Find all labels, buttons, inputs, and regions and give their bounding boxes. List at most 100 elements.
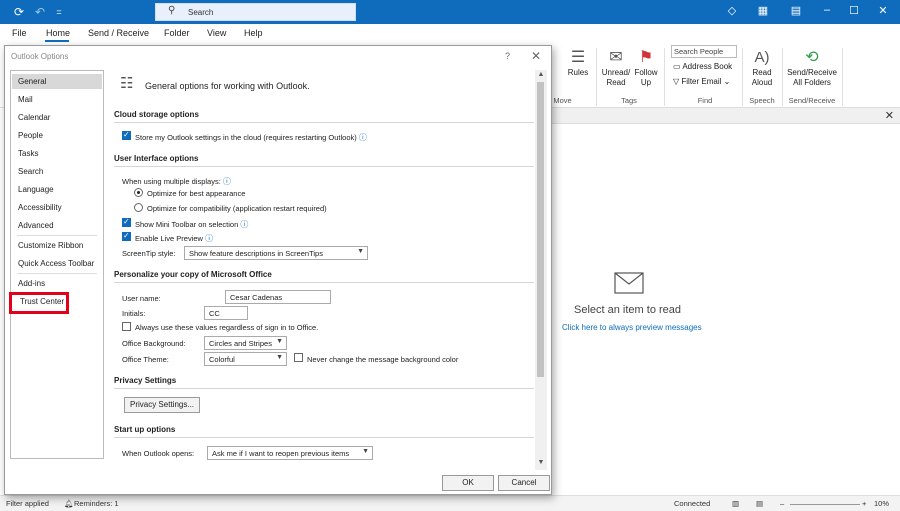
screentip-value: Show feature descriptions in ScreenTips [189,249,323,258]
store-settings-checkbox[interactable] [122,130,131,140]
ribbon-separator [664,48,665,106]
initials-field[interactable]: CC [204,306,248,320]
close-window-icon[interactable]: ✕ [875,4,891,17]
chevron-down-icon: ▼ [362,448,369,455]
options-scrollbar[interactable]: ▲ ▼ [535,70,547,470]
rules-label: Rules [567,68,589,77]
follow-up-label: Follow Up [634,68,658,87]
search-input[interactable]: ⚲ Search [155,3,356,21]
reminders-status[interactable]: Reminders: 1 [74,499,119,508]
cancel-button[interactable]: Cancel [498,475,550,491]
always-use-label: Always use these values regardless of si… [135,323,319,332]
envelope-open-icon: ✉ [609,49,623,66]
rules-button[interactable]: ☰ Rules [563,48,593,78]
reading-pane-message: Select an item to read [574,304,682,316]
apps-grid-icon[interactable]: ▦ [755,4,771,17]
follow-up-button[interactable]: ⚑ Follow Up [634,48,658,88]
office-theme-select[interactable]: Colorful ▼ [204,352,287,366]
ribbon-separator [782,48,783,106]
diamond-icon[interactable]: ◇ [724,4,740,17]
zoom-slider[interactable] [790,504,860,505]
unread-read-button[interactable]: ✉ Unread/ Read [600,48,632,88]
connection-status: Connected [674,499,711,508]
quick-access-menu[interactable]: = [51,4,67,20]
scroll-thumb[interactable] [537,82,544,377]
when-opens-label: When Outlook opens: [122,449,195,458]
nav-quick-access-toolbar[interactable]: Quick Access Toolbar [12,256,102,271]
nav-divider [17,235,97,236]
section-divider [114,388,534,389]
never-change-bg-checkbox[interactable] [294,353,303,362]
office-background-label: Office Background: [122,339,186,348]
nav-search[interactable]: Search [12,164,102,179]
tab-file[interactable]: File [12,28,27,38]
info-icon: ⓘ [222,177,231,186]
layout-icon[interactable]: ▤ [788,4,804,17]
outlook-options-dialog: Outlook Options ? ✕ General Mail Calenda… [4,45,552,495]
filter-email-button[interactable]: ▽ Filter Email ⌄ [673,77,730,86]
dialog-title: Outlook Options [11,52,69,61]
general-options-icon: ☷ [120,75,134,92]
undo-icon[interactable]: ↶ [32,4,48,20]
tab-help[interactable]: Help [244,28,263,38]
maximize-icon[interactable]: ☐ [846,4,862,17]
scroll-up-icon[interactable]: ▲ [536,71,546,81]
mini-toolbar-checkbox[interactable] [122,217,131,227]
dialog-close-button[interactable]: ✕ [531,49,541,63]
nav-general[interactable]: General [12,74,102,89]
reading-view-icon[interactable]: ▤ [756,499,763,508]
always-use-checkbox[interactable] [122,322,131,331]
live-preview-checkbox[interactable] [122,231,131,241]
send-receive-group-label: Send/Receive [788,96,836,105]
read-aloud-button[interactable]: A) Read Aloud [748,48,776,88]
envelope-icon [614,272,644,294]
nav-tasks[interactable]: Tasks [12,146,102,161]
sync-icon[interactable]: ⟳ [11,4,27,20]
close-icon[interactable]: ✕ [885,109,894,122]
tab-home[interactable]: Home [46,28,70,38]
send-receive-all-label: Send/Receive All Folders [787,68,837,87]
tab-send-receive[interactable]: Send / Receive [88,28,149,38]
chevron-down-icon: ▼ [276,338,283,345]
section-divider [114,122,534,123]
nav-people[interactable]: People [12,128,102,143]
search-people-input[interactable]: Search People [671,45,737,58]
address-book-button[interactable]: ▭ Address Book [673,62,732,71]
when-opens-select[interactable]: Ask me if I want to reopen previous item… [207,446,373,460]
search-icon: ⚲ [168,5,176,16]
tab-view[interactable]: View [207,28,226,38]
trust-center-highlight [9,292,69,314]
zoom-out-icon[interactable]: – [780,499,784,508]
optimize-compat-radio[interactable] [134,203,143,212]
nav-customize-ribbon[interactable]: Customize Ribbon [12,238,102,253]
optimize-appearance-radio[interactable] [134,188,143,197]
nav-divider [17,273,97,274]
tab-folder[interactable]: Folder [164,28,190,38]
nav-add-ins[interactable]: Add-ins [12,276,102,291]
nav-mail[interactable]: Mail [12,92,102,107]
office-background-select[interactable]: Circles and Stripes ▼ [204,336,287,350]
store-settings-label: Store my Outlook settings in the cloud (… [135,132,367,143]
zoom-in-icon[interactable]: + [862,499,866,508]
ribbon-separator [742,48,743,106]
minimize-icon[interactable]: – [819,4,835,16]
preview-messages-link[interactable]: Click here to always preview messages [562,323,702,332]
status-bar: Filter applied 🔔︎ Reminders: 1 Connected… [0,495,900,511]
scroll-down-icon[interactable]: ▼ [536,459,546,469]
user-name-field[interactable]: Cesar Cadenas [225,290,331,304]
normal-view-icon[interactable]: ▥ [732,499,739,508]
send-receive-all-button[interactable]: ⟲ Send/Receive All Folders [786,48,838,88]
speaker-icon: A) [754,49,770,66]
nav-advanced[interactable]: Advanced [12,218,102,233]
bell-icon: 🔔︎ [64,499,74,508]
ok-button[interactable]: OK [442,475,494,491]
nav-language[interactable]: Language [12,182,102,197]
nav-accessibility[interactable]: Accessibility [12,200,102,215]
nav-calendar[interactable]: Calendar [12,110,102,125]
chevron-down-icon: ▼ [357,248,364,255]
privacy-settings-button[interactable]: Privacy Settings... [124,397,200,413]
filter-icon: ▽ [673,77,680,86]
chevron-down-icon: ▼ [276,354,283,361]
screentip-style-select[interactable]: Show feature descriptions in ScreenTips ▼ [184,246,368,260]
help-button[interactable]: ? [505,51,510,61]
